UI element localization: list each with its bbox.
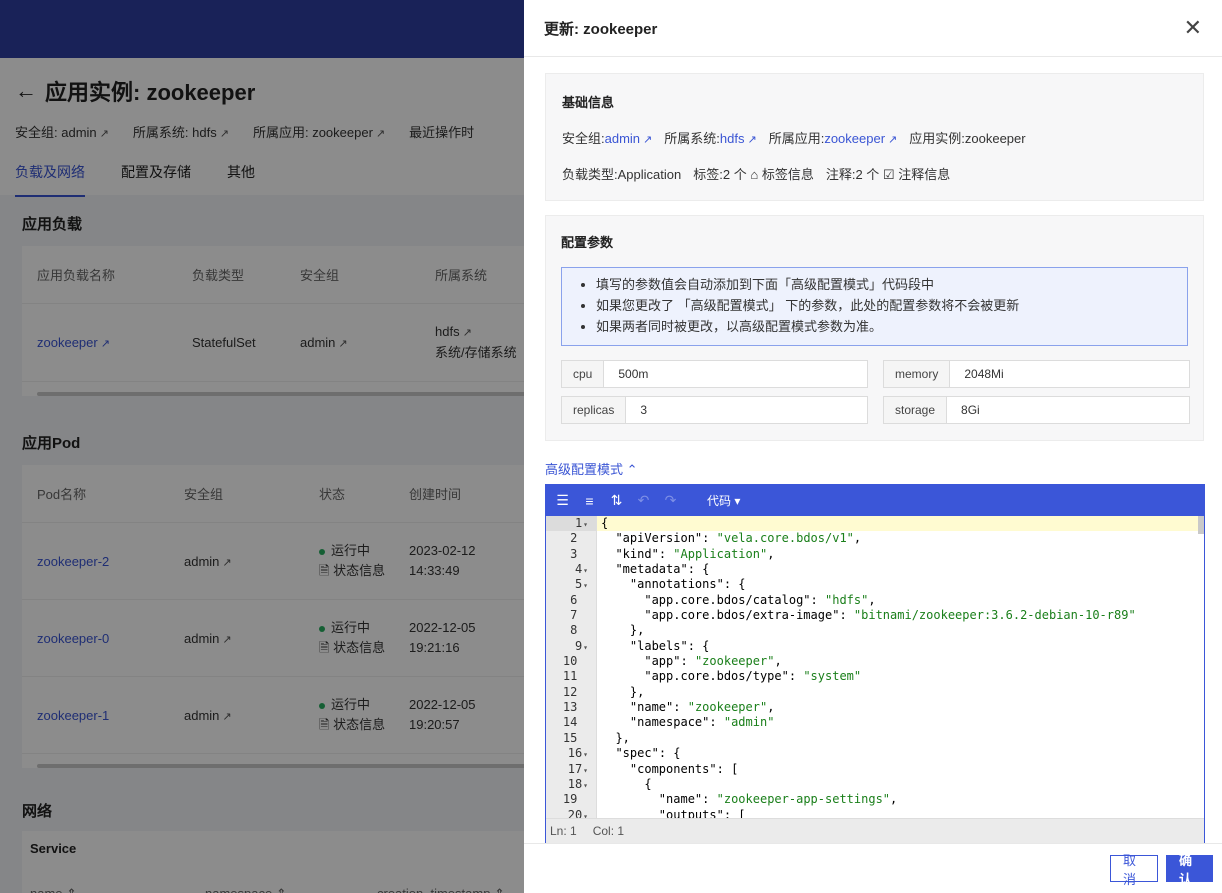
line-number: 8 <box>570 623 578 638</box>
line-number: 15 <box>562 730 578 745</box>
line-number: 10 <box>562 654 578 669</box>
editor-toolbar: ☰ ≡ ⇅ ↶ ↷ 代码 ▾ <box>546 485 1204 516</box>
cpu-field[interactable]: cpu 500m <box>561 360 868 388</box>
security-group-link[interactable]: admin ↗ <box>605 131 653 146</box>
code-line[interactable]: "app": "zookeeper", <box>597 654 1204 669</box>
line-gutter: 1▾ 2 3 4▾ 5▾ 6 7 8 9▾ 10 11 12 13 14 15 16▾ 1… <box>546 516 597 818</box>
fold-arrow-icon[interactable]: ▾ <box>583 750 588 759</box>
line-number: 11 <box>562 669 578 684</box>
code-content[interactable]: { "apiVersion": "vela.core.bdos/v1", "ki… <box>597 516 1204 818</box>
line-number: 14 <box>562 715 578 730</box>
fold-arrow-icon[interactable]: ▾ <box>583 581 588 590</box>
line-number: 1▾ <box>546 516 596 532</box>
external-link-icon: ↗ <box>643 134 653 146</box>
line-number: 9▾ <box>574 638 588 653</box>
mode-dropdown[interactable]: 代码 ▾ <box>707 492 740 509</box>
line-number: 2 <box>570 531 578 546</box>
memory-field[interactable]: memory 2048Mi <box>883 360 1190 388</box>
fold-arrow-icon[interactable]: ▾ <box>583 812 588 818</box>
code-line[interactable]: "labels": { <box>597 639 1204 654</box>
fold-arrow-icon[interactable]: ▾ <box>583 766 588 775</box>
external-link-icon: ↗ <box>888 134 898 146</box>
code-line[interactable]: "metadata": { <box>597 562 1204 577</box>
close-icon[interactable]: ✕ <box>1184 17 1202 39</box>
code-line[interactable]: "name": "zookeeper", <box>597 700 1204 715</box>
code-line[interactable]: "kind": "Application", <box>597 547 1204 562</box>
app-link[interactable]: zookeeper ↗ <box>824 131 897 146</box>
fold-arrow-icon[interactable]: ▾ <box>583 520 588 529</box>
code-line[interactable]: "components": [ <box>597 762 1204 777</box>
line-number: 6 <box>570 592 578 607</box>
annotation-icon: ☑ <box>882 167 895 182</box>
code-line[interactable]: }, <box>597 623 1204 638</box>
update-drawer: 更新: zookeeper ✕ 基础信息 安全组:admin ↗ 所属系统:hdf… <box>524 0 1222 893</box>
tag-icon: ⌂ <box>750 167 759 182</box>
json-editor[interactable]: ☰ ≡ ⇅ ↶ ↷ 代码 ▾ 1▾ 2 3 4▾ 5▾ 6 7 8 9▾ 10 11 1… <box>545 484 1205 844</box>
confirm-button[interactable]: 确认 <box>1166 853 1213 887</box>
basic-info-title: 基础信息 <box>562 95 615 110</box>
undo-icon[interactable]: ↶ <box>635 492 652 508</box>
line-number: 12 <box>562 684 578 699</box>
drawer-footer: 取消 确认 <box>524 843 1222 893</box>
drawer-header: 更新: zookeeper ✕ <box>524 0 1222 57</box>
line-number: 4▾ <box>574 562 588 577</box>
line-number: 16▾ <box>567 746 588 761</box>
line-number: 3 <box>570 546 578 561</box>
code-line[interactable]: }, <box>597 685 1204 700</box>
code-line[interactable]: "name": "zookeeper-app-settings", <box>597 792 1204 807</box>
redo-icon[interactable]: ↷ <box>662 492 679 508</box>
code-area[interactable]: 1▾ 2 3 4▾ 5▾ 6 7 8 9▾ 10 11 12 13 14 15 16▾ 1… <box>546 516 1204 818</box>
code-line[interactable]: "app.core.bdos/extra-image": "bitnami/zo… <box>597 608 1204 623</box>
format-icon[interactable]: ☰ <box>554 492 571 508</box>
code-line[interactable]: "outputs": [ <box>597 808 1204 818</box>
line-number: 5▾ <box>574 577 588 592</box>
line-number: 20▾ <box>546 808 596 818</box>
code-line[interactable]: "apiVersion": "vela.core.bdos/v1", <box>597 531 1204 546</box>
basic-info-panel: 基础信息 安全组:admin ↗ 所属系统:hdfs ↗ 所属应用:zookeepe… <box>545 73 1204 201</box>
cursor-col: Col: 1 <box>592 824 625 838</box>
compact-icon[interactable]: ≡ <box>581 493 598 509</box>
code-line[interactable]: "spec": { <box>597 746 1204 761</box>
drawer-title: 更新: zookeeper <box>544 20 658 38</box>
sort-icon[interactable]: ⇅ <box>608 492 625 508</box>
system-link[interactable]: hdfs ↗ <box>720 131 757 146</box>
code-line[interactable]: "app.core.bdos/catalog": "hdfs", <box>597 593 1204 608</box>
line-number: 19 <box>562 792 578 807</box>
code-line[interactable]: { <box>597 516 1204 532</box>
line-number: 7 <box>570 608 578 623</box>
cursor-line: Ln: 1 <box>550 824 577 838</box>
code-line[interactable]: "app.core.bdos/type": "system" <box>597 669 1204 684</box>
fold-arrow-icon[interactable]: ▾ <box>583 643 588 652</box>
code-line[interactable]: "annotations": { <box>597 577 1204 592</box>
fold-arrow-icon[interactable]: ▾ <box>583 781 588 790</box>
storage-field[interactable]: storage 8Gi <box>883 396 1190 424</box>
fold-arrow-icon[interactable]: ▾ <box>583 566 588 575</box>
line-number: 18▾ <box>567 776 588 791</box>
advanced-mode-toggle[interactable]: 高级配置模式 ⌃ <box>545 459 638 478</box>
params-notice: 填写的参数值会自动添加到下面「高级配置模式」代码段中 如果您更改了 「高级配置模… <box>561 267 1188 346</box>
editor-statusbar: Ln: 1 Col: 1 <box>546 818 1204 843</box>
code-line[interactable]: "namespace": "admin" <box>597 715 1204 730</box>
line-number: 17▾ <box>567 761 588 776</box>
code-line[interactable]: }, <box>597 731 1204 746</box>
config-params-panel: 配置参数 填写的参数值会自动添加到下面「高级配置模式」代码段中 如果您更改了 「… <box>545 215 1204 441</box>
annotations-info-link[interactable]: 注释信息 <box>898 167 950 182</box>
code-line[interactable]: { <box>597 777 1204 792</box>
external-link-icon: ↗ <box>747 134 757 146</box>
line-number: 13 <box>562 700 578 715</box>
config-params-title: 配置参数 <box>561 235 614 250</box>
replicas-field[interactable]: replicas 3 <box>561 396 868 424</box>
cancel-button[interactable]: 取消 <box>1110 853 1158 887</box>
tags-info-link[interactable]: 标签信息 <box>762 167 814 182</box>
vertical-scrollbar[interactable] <box>1198 516 1204 534</box>
